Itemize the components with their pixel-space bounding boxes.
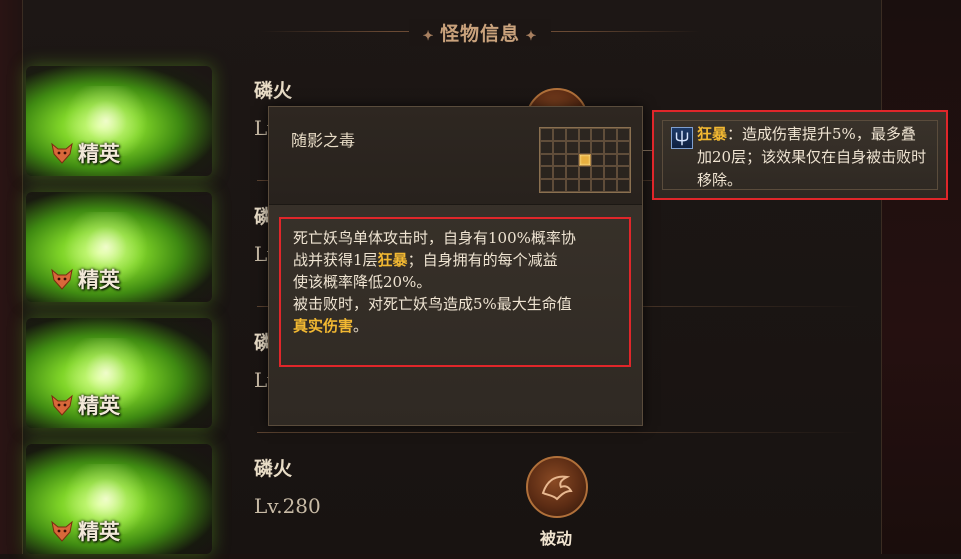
- grid-cell: [604, 179, 618, 192]
- description-text: 死亡妖鸟单体攻击时，自身有100%概率协: [293, 229, 576, 247]
- description-line: 被击败时，对死亡妖鸟造成5%最大生命值: [293, 293, 617, 315]
- grid-cell: [591, 128, 605, 141]
- keyword-highlight[interactable]: 真实伤害: [293, 317, 353, 335]
- buff-tooltip: 狂暴：造成伤害提升5%，最多叠加20层；该效果仅在自身被击败时移除。: [652, 110, 948, 200]
- grid-cell: [578, 128, 592, 141]
- grid-cell: [565, 140, 579, 154]
- elite-badge: 精英: [50, 264, 120, 294]
- grid-cell: [565, 153, 579, 167]
- buff-keyword: 狂暴: [697, 125, 728, 143]
- window-title: 怪物信息: [439, 22, 520, 45]
- background-right: [882, 0, 961, 554]
- grid-cell: [578, 140, 592, 154]
- grid-cell: [540, 140, 553, 154]
- description-line: 使该概率降低20%。: [293, 271, 617, 293]
- grid-cell: [565, 179, 579, 192]
- description-text: 战并获得1层: [293, 251, 378, 269]
- grid-cell: [591, 179, 605, 192]
- grid-cell: [604, 140, 618, 154]
- grid-cell: [552, 140, 566, 154]
- grid-cell: [617, 140, 630, 154]
- grid-cell: [578, 179, 592, 192]
- elite-badge: 精英: [50, 138, 120, 168]
- keyword-highlight[interactable]: 狂暴: [378, 251, 408, 269]
- grid-cell: [591, 153, 605, 167]
- buff-description: ：造成伤害提升5%，最多叠加20层；该效果仅在自身被击败时移除。: [697, 125, 927, 189]
- elite-badge: 精英: [50, 390, 120, 420]
- monster-row[interactable]: 精英 磷火 Lv.280 被动: [22, 434, 882, 559]
- grid-cell: [591, 166, 605, 180]
- grid-cell: [540, 128, 553, 141]
- description-line: 真实伤害。: [293, 315, 617, 337]
- grid-cell: [617, 166, 630, 180]
- grid-cell: [604, 166, 618, 180]
- grid-cell: [604, 153, 618, 167]
- row-divider: [257, 432, 862, 433]
- elite-label: 精英: [78, 267, 120, 292]
- skill-type-label: 被动: [540, 529, 573, 548]
- fox-mask-icon: [51, 520, 73, 542]
- description-text: 被击败时，对死亡妖鸟造成5%最大生命值: [293, 295, 572, 313]
- skill-description: 死亡妖鸟单体攻击时，自身有100%概率协 战并获得1层狂暴；自身拥有的每个减益 使该…: [279, 217, 631, 367]
- fox-mask-icon: [51, 142, 73, 164]
- description-text: 使该概率降低20%。: [293, 273, 432, 291]
- buff-tooltip-body: 狂暴：造成伤害提升5%，最多叠加20层；该效果仅在自身被击败时移除。: [662, 120, 938, 190]
- tooltip-header: 随影之毒: [269, 107, 642, 205]
- fox-mask-icon: [51, 268, 73, 290]
- window-title-bar: ✦ 怪物信息 ✦: [260, 14, 700, 50]
- trident-buff-icon: [671, 127, 693, 149]
- grid-cell: [604, 128, 618, 141]
- title-right-ornament: ✦: [520, 28, 538, 44]
- grid-cell: [617, 179, 630, 192]
- grid-cell: [540, 166, 553, 180]
- grid-cell: [552, 153, 566, 167]
- grid-cell: [578, 153, 592, 167]
- grid-cell: [591, 140, 605, 154]
- description-line: 战并获得1层狂暴；自身拥有的每个减益: [293, 249, 617, 271]
- description-text: 。: [353, 317, 369, 335]
- grid-cell: [552, 166, 566, 180]
- fox-mask-icon: [51, 394, 73, 416]
- elite-label: 精英: [78, 519, 120, 544]
- monster-name: 磷火: [254, 80, 293, 102]
- grid-cell: [565, 128, 579, 141]
- skill-name: 随影之毒: [291, 131, 356, 150]
- title-left-ornament: ✦: [422, 28, 440, 44]
- grid-cell: [540, 179, 553, 192]
- skill-tooltip: 随影之毒 死亡妖鸟单体攻击时，自身有100%概率协 战并获得1层狂暴；自身拥有的每…: [268, 106, 643, 426]
- grid-cell: [552, 179, 566, 192]
- grid-cell: [617, 128, 630, 141]
- elite-label: 精英: [78, 141, 120, 166]
- grid-cell: [565, 166, 579, 180]
- grid-cell: [540, 153, 553, 167]
- bird-emblem-icon: [541, 475, 573, 501]
- monster-name: 磷火: [254, 458, 293, 480]
- elite-badge: 精英: [50, 516, 120, 546]
- grid-cell: [552, 128, 566, 141]
- skill-range-grid: [539, 127, 631, 193]
- window-title-wrap: ✦ 怪物信息 ✦: [408, 18, 552, 46]
- elite-label: 精英: [78, 393, 120, 418]
- monster-level: Lv.280: [254, 494, 321, 518]
- description-text: ；自身拥有的每个减益: [407, 251, 558, 269]
- tooltip-connector: [643, 150, 652, 151]
- grid-cell: [617, 153, 630, 167]
- grid-cell: [578, 166, 592, 180]
- passive-skill-icon[interactable]: [526, 456, 588, 518]
- description-line: 死亡妖鸟单体攻击时，自身有100%概率协: [293, 227, 617, 249]
